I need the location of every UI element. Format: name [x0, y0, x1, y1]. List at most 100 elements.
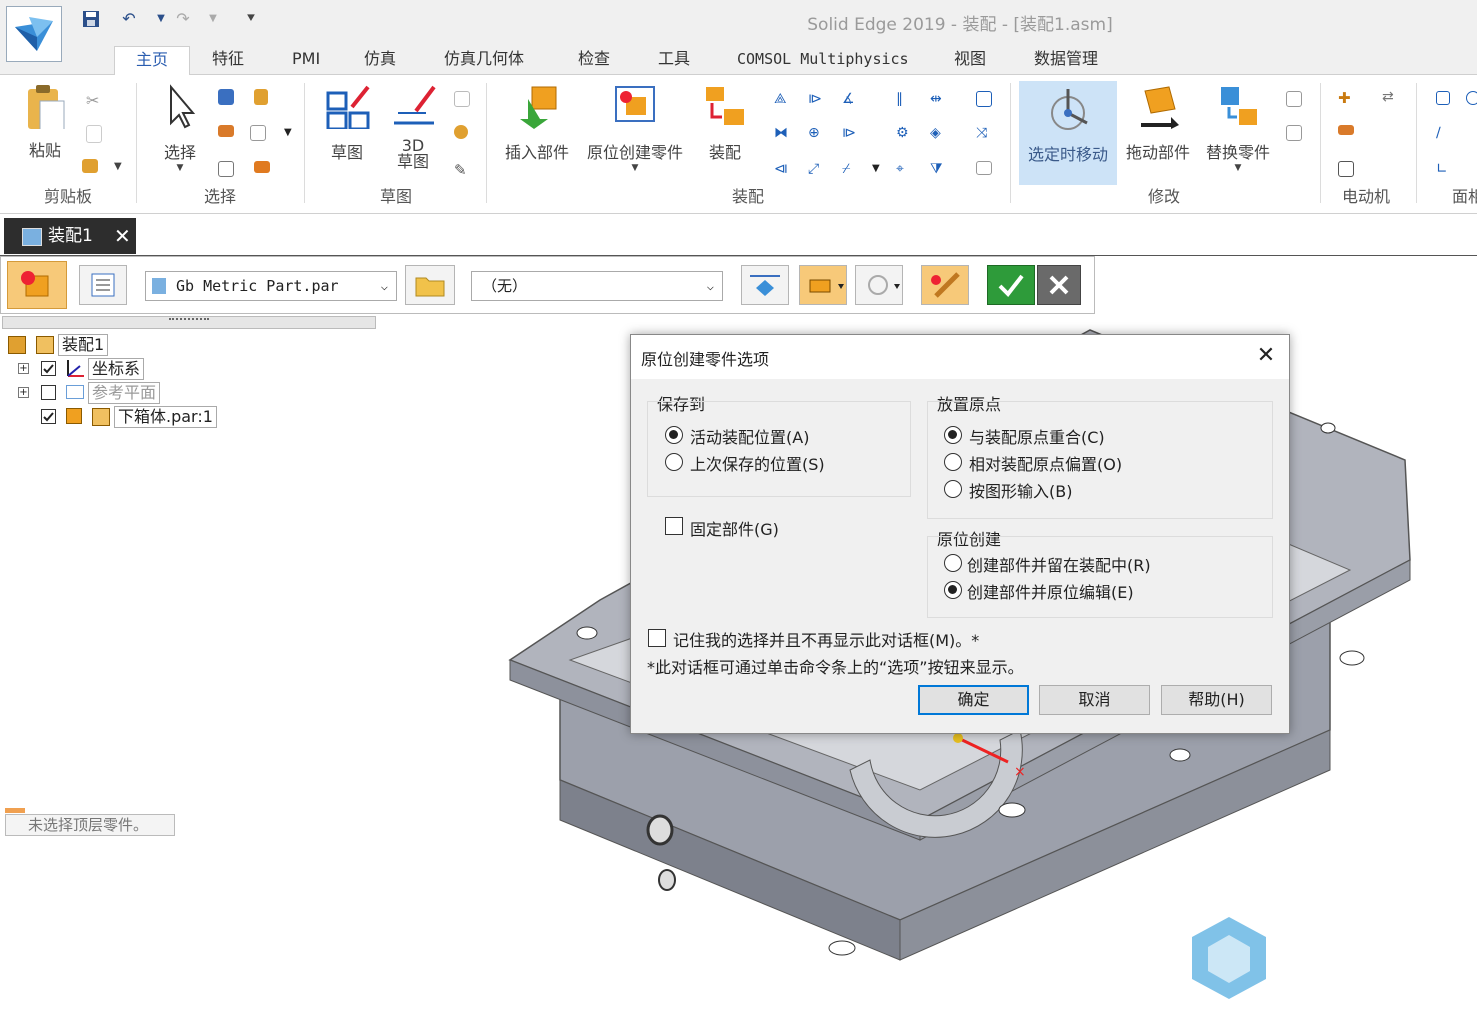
- template-select[interactable]: Gb Metric Part.par ⌵: [145, 271, 397, 301]
- sketch-button[interactable]: 草图: [320, 83, 374, 163]
- tab-pmi[interactable]: PMI: [288, 46, 324, 74]
- location-select[interactable]: （无） ⌵: [471, 271, 723, 301]
- pattern-option-button[interactable]: [855, 265, 903, 305]
- tab-home[interactable]: 主页: [114, 46, 190, 76]
- relationship-3-icon[interactable]: ∡: [842, 91, 862, 111]
- ok-button[interactable]: 确定: [918, 685, 1029, 715]
- relationship-15-icon[interactable]: ⧩: [930, 161, 950, 181]
- assembly-tool-3-icon[interactable]: [976, 161, 992, 175]
- document-tab-assembly1[interactable]: 装配1 ✕: [4, 218, 136, 254]
- cancel-command-button[interactable]: [1037, 265, 1081, 305]
- application-menu-button[interactable]: [6, 6, 62, 62]
- relationship-13-icon[interactable]: ◈: [930, 125, 950, 145]
- browse-folder-button[interactable]: [405, 265, 455, 305]
- face-tool-1-icon[interactable]: [1436, 91, 1450, 105]
- tab-features[interactable]: 特征: [208, 46, 248, 74]
- fixed-part-checkbox[interactable]: [665, 517, 683, 535]
- tab-data-management[interactable]: 数据管理: [1030, 46, 1102, 74]
- radio-offset-origin[interactable]: [944, 453, 962, 471]
- tree-checkbox[interactable]: [41, 361, 56, 376]
- tab-comsol[interactable]: COMSOL Multiphysics: [733, 46, 913, 74]
- modify-tool-1-icon[interactable]: [1286, 91, 1302, 107]
- replace-part-button[interactable]: 替换零件 ▼: [1200, 83, 1276, 173]
- expand-icon[interactable]: +: [18, 363, 29, 374]
- sketch-pencil-icon[interactable]: ✎: [454, 161, 474, 181]
- select-component-icon[interactable]: [254, 161, 270, 173]
- sketch-tool-1-icon[interactable]: [454, 91, 470, 107]
- radio-coincident-origin[interactable]: [944, 426, 962, 444]
- accept-button[interactable]: [987, 265, 1035, 305]
- relationship-9-icon[interactable]: ⌿: [842, 161, 862, 181]
- face-tool-2-icon[interactable]: [1466, 91, 1477, 105]
- paste-special-icon[interactable]: [82, 159, 98, 173]
- relationship-2-icon[interactable]: ⧐: [808, 91, 828, 111]
- options-button[interactable]: [79, 265, 127, 305]
- relationship-14-icon[interactable]: ⌖: [896, 161, 916, 181]
- customize-qat-icon[interactable]: ⯆: [242, 10, 260, 28]
- redo-dropdown-icon[interactable]: ▼: [204, 10, 222, 28]
- motor-tool-2-icon[interactable]: [1338, 125, 1354, 135]
- relationship-dropdown-icon[interactable]: ▼: [872, 163, 892, 183]
- redo-icon[interactable]: ↷: [174, 10, 192, 28]
- replace-part-dropdown-icon[interactable]: ▼: [1200, 163, 1276, 173]
- motor-tool-4-icon[interactable]: ⇄: [1382, 89, 1402, 109]
- 3d-sketch-button[interactable]: 3D 草图: [386, 83, 440, 170]
- create-in-place-button[interactable]: 原位创建零件 ▼: [580, 83, 690, 173]
- select-more-dropdown-icon[interactable]: ▼: [284, 127, 304, 147]
- pathfinder-splitter[interactable]: [2, 316, 376, 329]
- select-dropdown-icon[interactable]: ▼: [155, 163, 205, 173]
- motor-icon[interactable]: ✚: [1338, 89, 1358, 109]
- relationship-4-icon[interactable]: ⧓: [774, 125, 794, 145]
- relationship-12-icon[interactable]: ⚙: [896, 125, 916, 145]
- cut-icon[interactable]: ✂: [86, 91, 106, 111]
- move-on-select-button[interactable]: 选定时移动: [1019, 81, 1117, 185]
- undo-icon[interactable]: ↶: [120, 10, 138, 28]
- placement-button[interactable]: [741, 265, 789, 305]
- edit-part-button[interactable]: [921, 265, 969, 305]
- copy-icon[interactable]: [86, 125, 102, 143]
- radio-last-saved-location[interactable]: [665, 453, 683, 471]
- select-group-icon[interactable]: [250, 125, 266, 141]
- dialog-close-icon[interactable]: ✕: [1253, 343, 1279, 369]
- create-in-place-step-button[interactable]: [7, 261, 67, 309]
- insert-part-button[interactable]: 插入部件: [500, 83, 574, 163]
- assembly-tool-2-icon[interactable]: ⤨: [976, 125, 996, 145]
- motor-tool-3-icon[interactable]: [1338, 161, 1354, 177]
- undo-dropdown-icon[interactable]: ▼: [152, 10, 170, 28]
- relationship-10-icon[interactable]: ∥: [896, 91, 916, 111]
- tree-checkbox[interactable]: [41, 385, 56, 400]
- relationship-5-icon[interactable]: ⊕: [808, 125, 828, 145]
- radio-graphic-input[interactable]: [944, 480, 962, 498]
- radio-edit-in-place[interactable]: [944, 581, 962, 599]
- tree-checkbox[interactable]: [41, 409, 56, 424]
- paste-dropdown-icon[interactable]: ▼: [114, 161, 134, 181]
- tab-inspect[interactable]: 检查: [574, 46, 614, 74]
- relationship-1-icon[interactable]: ⟁: [774, 91, 794, 111]
- relationship-8-icon[interactable]: ⤢: [808, 161, 828, 181]
- assemble-button[interactable]: 装配: [702, 83, 748, 163]
- relationship-11-icon[interactable]: ⇹: [930, 91, 950, 111]
- select-filter-icon[interactable]: [218, 89, 234, 105]
- drag-component-button[interactable]: 拖动部件: [1120, 83, 1196, 163]
- face-tool-4-icon[interactable]: ∟: [1436, 161, 1456, 181]
- remember-choice-checkbox[interactable]: [648, 629, 666, 647]
- select-box-icon[interactable]: [218, 161, 234, 177]
- create-in-place-dropdown-icon[interactable]: ▼: [580, 163, 690, 173]
- modify-tool-2-icon[interactable]: [1286, 125, 1302, 141]
- tab-tools[interactable]: 工具: [654, 46, 694, 74]
- help-button[interactable]: 帮助(H): [1161, 685, 1272, 715]
- tab-simulation-geometry[interactable]: 仿真几何体: [440, 46, 528, 74]
- face-tool-3-icon[interactable]: ∕: [1436, 125, 1456, 145]
- quick-pick-icon[interactable]: [254, 89, 268, 105]
- cancel-button[interactable]: 取消: [1039, 685, 1150, 715]
- relationship-6-icon[interactable]: ⧐: [842, 125, 862, 145]
- relationship-7-icon[interactable]: ⧏: [774, 161, 794, 181]
- sketch-tool-2-icon[interactable]: [454, 125, 468, 139]
- tab-view[interactable]: 视图: [950, 46, 990, 74]
- assembly-tool-1-icon[interactable]: [976, 91, 992, 107]
- close-document-icon[interactable]: ✕: [114, 218, 131, 254]
- tab-simulation[interactable]: 仿真: [360, 46, 400, 74]
- radio-active-assembly-location[interactable]: [665, 426, 683, 444]
- expand-icon[interactable]: +: [18, 387, 29, 398]
- radio-stay-in-assembly[interactable]: [944, 554, 962, 572]
